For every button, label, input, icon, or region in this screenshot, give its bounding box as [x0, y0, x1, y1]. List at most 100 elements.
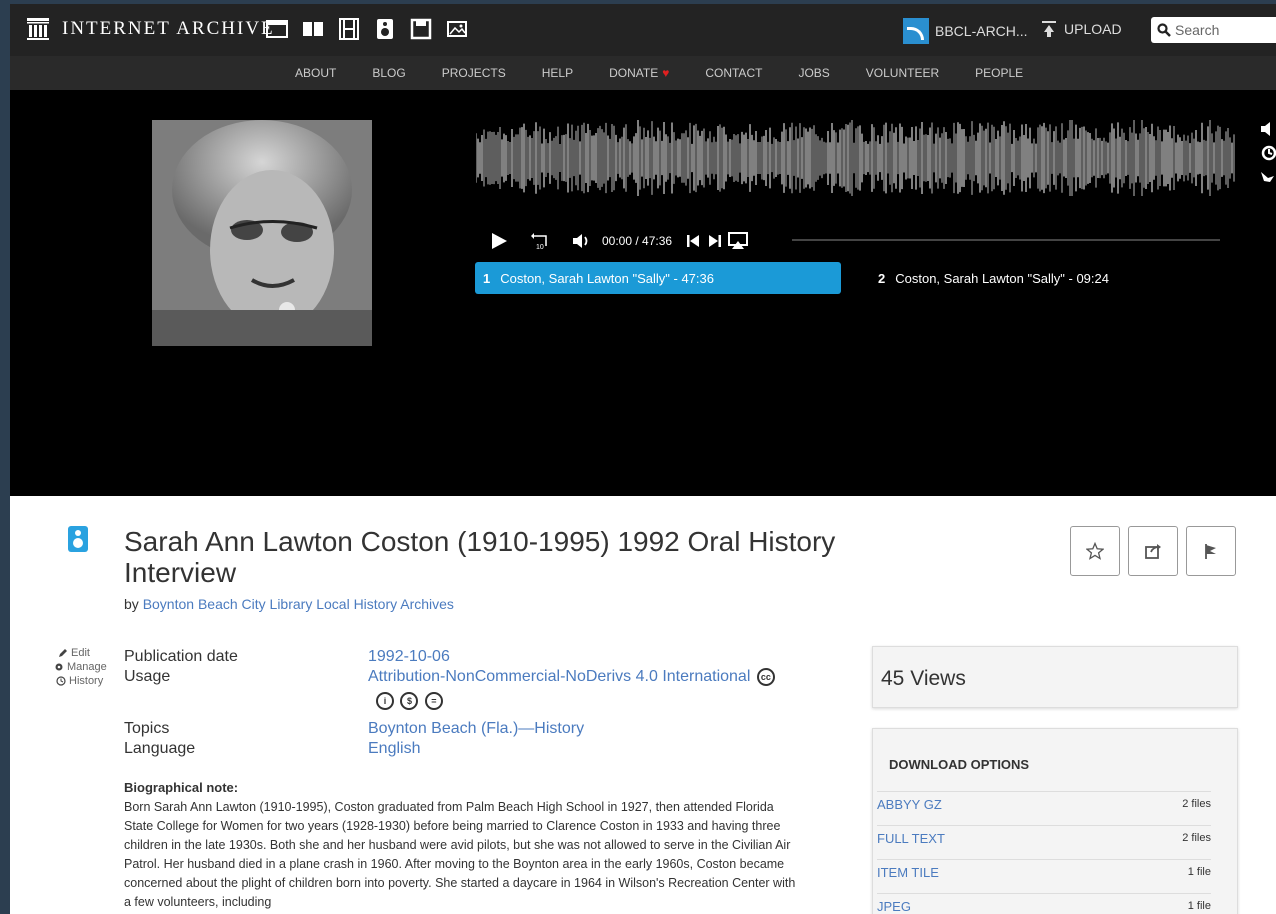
nav-about[interactable]: ABOUT — [295, 66, 336, 80]
rewind-10-icon[interactable]: 10 — [530, 232, 550, 250]
pencil-icon — [59, 649, 67, 657]
web-icon[interactable] — [266, 17, 288, 41]
item-title: Sarah Ann Lawton Coston (1910-1995) 1992… — [124, 526, 836, 588]
speaker-icon[interactable] — [1260, 120, 1276, 138]
history-icon[interactable] — [1260, 144, 1276, 162]
download-link[interactable]: ITEM TILE — [877, 865, 939, 880]
nav-people[interactable]: PEOPLE — [975, 66, 1023, 80]
images-icon[interactable] — [446, 17, 468, 41]
file-count: 1 file — [1187, 900, 1211, 912]
library-avatar-icon — [903, 18, 929, 44]
audio-waveform[interactable] — [476, 120, 1236, 196]
license-value: Attribution-NonCommercial-NoDerivs 4.0 I… — [368, 668, 775, 686]
track-number: 1 — [483, 270, 491, 286]
nav-help[interactable]: HELP — [542, 66, 573, 80]
search-box[interactable] — [1151, 17, 1276, 43]
file-count: 1 file — [1187, 866, 1211, 878]
heart-icon: ♥ — [662, 66, 670, 80]
topic-link[interactable]: Boynton Beach (Fla.)—History — [368, 720, 584, 738]
metadata-label: Language — [124, 740, 196, 757]
gear-icon — [55, 663, 63, 671]
item-admin-menu: Edit Manage History — [54, 646, 107, 688]
nav-label: HELP — [541, 66, 574, 80]
media-player: 10 00:00 / 47:36 1 Coston, Sarah Lawton … — [10, 90, 1276, 496]
metadata-label: Publication date — [124, 648, 238, 665]
upload-label: UPLOAD — [1064, 21, 1122, 37]
share-icon — [1145, 544, 1161, 559]
favorite-button[interactable] — [1070, 526, 1120, 576]
metadata-label: Topics — [124, 720, 170, 737]
archive-building-icon — [27, 18, 49, 40]
share-button[interactable] — [1128, 526, 1178, 576]
nav-donate[interactable]: DONATE ♥ — [609, 66, 669, 80]
software-icon[interactable] — [410, 17, 432, 41]
download-row: ITEM TILE 1 file — [877, 859, 1211, 883]
download-link[interactable]: JPEG — [877, 899, 911, 914]
download-link[interactable]: ABBYY GZ — [877, 797, 942, 812]
track-number: 2 — [878, 270, 886, 286]
nav-label: ABOUT — [295, 66, 337, 80]
upload-button[interactable]: UPLOAD — [1042, 21, 1122, 37]
nav-contact[interactable]: CONTACT — [705, 66, 762, 80]
search-icon — [1157, 23, 1171, 37]
nav-label: PEOPLE — [975, 66, 1024, 80]
item-byline: by Boynton Beach City Library Local Hist… — [124, 596, 454, 612]
playlist-track-1[interactable]: 1 Coston, Sarah Lawton "Sally" - 47:36 — [475, 262, 841, 294]
bio-heading: Biographical note: — [124, 780, 239, 795]
account-menu[interactable]: BBCL-ARCH... — [903, 18, 1028, 44]
nav-projects[interactable]: PROJECTS — [442, 66, 506, 80]
edit-link[interactable]: Edit — [54, 646, 107, 660]
attribution-icon: i — [376, 692, 394, 710]
play-icon[interactable] — [490, 232, 508, 250]
language-link[interactable]: English — [368, 740, 420, 758]
playback-time: 00:00 / 47:36 — [602, 234, 673, 248]
download-options-heading: DOWNLOAD OPTIONS — [889, 757, 1030, 772]
download-link[interactable]: FULL TEXT — [877, 831, 945, 846]
nav-jobs[interactable]: JOBS — [798, 66, 829, 80]
video-icon[interactable] — [338, 17, 360, 41]
metadata-label: Usage — [124, 668, 171, 685]
playlist-track-2[interactable]: 2 Coston, Sarah Lawton "Sally" - 09:24 — [872, 262, 1192, 294]
byline-prefix: by — [124, 596, 139, 612]
airplay-icon[interactable] — [728, 232, 749, 250]
flag-button[interactable] — [1186, 526, 1236, 576]
license-badges: i $ = — [374, 692, 443, 710]
publication-date-link[interactable]: 1992-10-06 — [368, 648, 450, 666]
track-title: Coston, Sarah Lawton "Sally" - 09:24 — [895, 270, 1109, 286]
creator-link[interactable]: Boynton Beach City Library Local History… — [143, 596, 454, 612]
nav-volunteer[interactable]: VOLUNTEER — [866, 66, 939, 80]
nav-blog[interactable]: BLOG — [372, 66, 405, 80]
internet-archive-logo[interactable]: INTERNET ARCHIVE — [26, 17, 275, 41]
creative-commons-icon: cc — [756, 668, 775, 686]
wayback-bird-icon[interactable] — [1260, 168, 1276, 186]
history-label: History — [69, 675, 104, 687]
edit-label: Edit — [71, 647, 90, 659]
download-row: ABBYY GZ 2 files — [877, 791, 1211, 815]
nav-label: DONATE — [609, 66, 659, 80]
previous-track-icon[interactable] — [686, 234, 700, 248]
account-name: BBCL-ARCH... — [935, 23, 1028, 39]
svg-text:10: 10 — [536, 244, 544, 250]
manage-link[interactable]: Manage — [54, 660, 107, 674]
clock-icon — [56, 676, 66, 686]
texts-icon[interactable] — [302, 17, 324, 41]
player-side-icons — [1260, 120, 1276, 186]
file-count: 2 files — [1182, 832, 1211, 844]
next-track-icon[interactable] — [708, 234, 722, 248]
noncommercial-icon: $ — [400, 692, 419, 710]
top-bar: INTERNET ARCHIVE BBCL-ARCH... UPLOAD Sea… — [10, 4, 1276, 56]
history-link[interactable]: History — [54, 674, 107, 688]
bio-text: Born Sarah Ann Lawton (1910-1995), Costo… — [124, 800, 796, 909]
player-controls: 10 00:00 / 47:36 — [490, 232, 749, 250]
item-thumbnail — [152, 120, 372, 346]
noderivs-icon: = — [424, 692, 443, 710]
audio-icon[interactable] — [374, 17, 396, 41]
seek-bar[interactable] — [792, 239, 1220, 241]
volume-icon[interactable] — [572, 233, 592, 249]
page: INTERNET ARCHIVE BBCL-ARCH... UPLOAD Sea… — [10, 4, 1276, 914]
nav-label: PROJECTS — [441, 66, 506, 80]
search-input[interactable] — [1175, 22, 1275, 38]
track-title: Coston, Sarah Lawton "Sally" - 47:36 — [500, 270, 714, 286]
license-link[interactable]: Attribution-NonCommercial-NoDerivs 4.0 I… — [368, 668, 750, 685]
nav-label: CONTACT — [705, 66, 763, 80]
